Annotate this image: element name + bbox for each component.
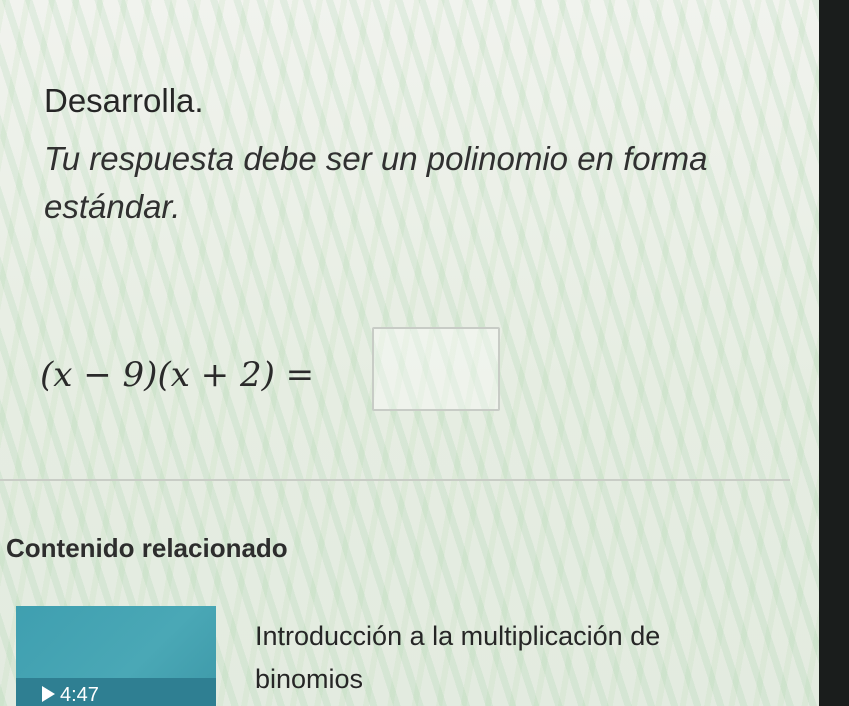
equation-expression: (x − 9)(x + 2) = [40,355,315,395]
play-icon[interactable] [42,686,55,702]
related-content-heading: Contenido relacionado [6,533,288,563]
exercise-page: Desarrolla. Tu respuesta debe ser un pol… [0,0,849,706]
exercise-instruction: Tu respuesta debe ser un polinomio en fo… [44,140,708,225]
video-thumbnail[interactable]: 4:47 [16,606,216,706]
answer-input-box[interactable] [372,327,500,411]
exercise-title: Desarrolla. [44,82,204,119]
video-duration: 4:47 [60,684,99,706]
video-title-link[interactable]: Introducción a la multiplicación de bino… [255,615,745,701]
section-divider [0,479,790,481]
